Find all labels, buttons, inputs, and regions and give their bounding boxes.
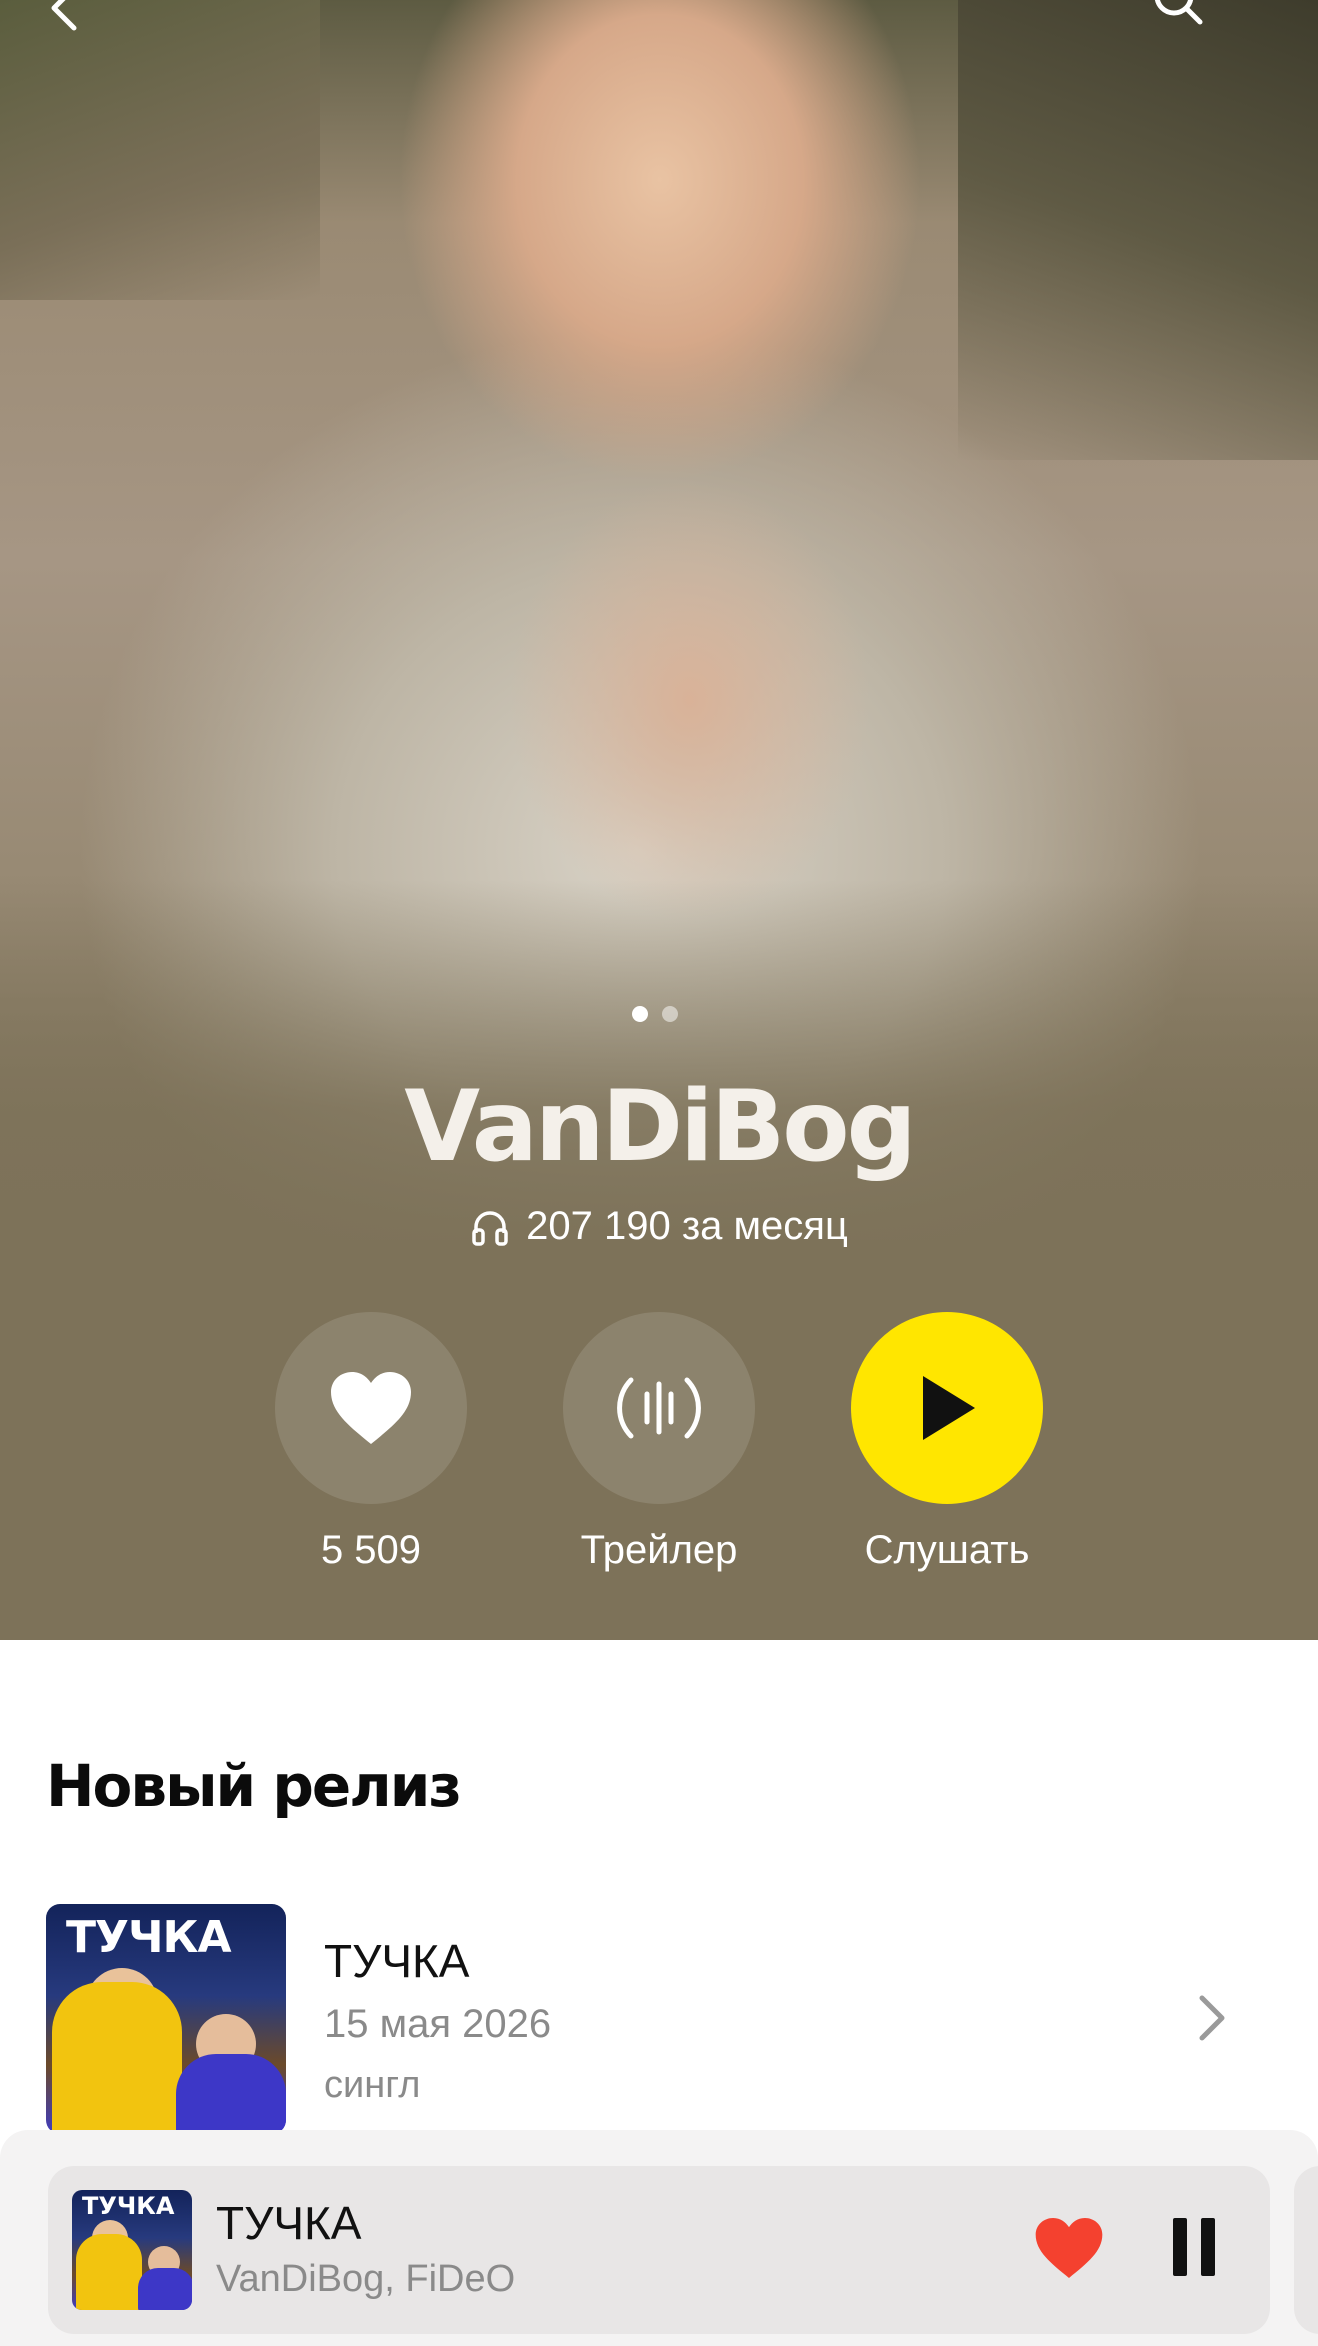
next-card-peek[interactable] xyxy=(1294,2166,1318,2334)
heart-icon xyxy=(1035,2218,1103,2278)
trailer-label: Трейлер xyxy=(580,1528,738,1572)
section-title-new-release: Новый релиз xyxy=(46,1752,462,1820)
trailer-action[interactable]: Трейлер xyxy=(534,1312,784,1573)
pagination-dot-active[interactable] xyxy=(632,1006,648,1022)
release-title: ТУЧКА xyxy=(324,1935,470,1987)
pause-icon xyxy=(1201,2218,1215,2276)
play-icon xyxy=(923,1376,975,1440)
pause-icon xyxy=(1173,2218,1187,2276)
trailer-button[interactable] xyxy=(563,1312,755,1504)
pause-button[interactable] xyxy=(1164,2218,1224,2280)
headphones-icon xyxy=(472,1210,508,1246)
cover-figure xyxy=(76,2234,142,2310)
gallery-pagination xyxy=(632,1006,678,1022)
pagination-dot[interactable] xyxy=(662,1006,678,1022)
like-button[interactable] xyxy=(275,1312,467,1504)
mini-player-cover[interactable]: ТУЧКА xyxy=(72,2190,192,2310)
play-button[interactable] xyxy=(851,1312,1043,1504)
monthly-listeners: 207 190 за месяц xyxy=(0,1204,1318,1249)
like-count: 5 509 xyxy=(320,1528,422,1572)
trailer-icon xyxy=(617,1377,701,1439)
artist-hero: VanDiBog 207 190 за месяц 5 509 Трейлер … xyxy=(0,0,1318,1640)
chevron-right-icon[interactable] xyxy=(1192,1990,1232,2046)
photo-background-left xyxy=(0,0,320,300)
release-cover[interactable]: ТУЧКА xyxy=(46,1904,286,2134)
back-icon[interactable] xyxy=(36,0,96,38)
monthly-listeners-text: 207 190 за месяц xyxy=(526,1204,848,1248)
listen-label: Слушать xyxy=(864,1528,1030,1572)
like-action[interactable]: 5 509 xyxy=(246,1312,496,1573)
cover-figure xyxy=(138,2268,192,2310)
cover-text: ТУЧКА xyxy=(66,1912,232,1963)
release-date: 15 мая 2026 xyxy=(324,2002,552,2046)
thumb-text: ТУЧКА xyxy=(82,2192,175,2220)
search-icon[interactable] xyxy=(1148,0,1208,30)
track-title: ТУЧКА xyxy=(216,2197,362,2249)
track-artists: VanDiBog, FiDeO xyxy=(216,2258,516,2300)
cover-figure xyxy=(52,1982,182,2134)
listen-action[interactable]: Слушать xyxy=(822,1312,1072,1573)
cover-figure xyxy=(176,2054,286,2134)
artist-name: VanDiBog xyxy=(404,1070,917,1184)
release-type: сингл xyxy=(324,2064,421,2106)
like-track-button[interactable] xyxy=(1034,2216,1104,2280)
photo-background-right xyxy=(958,0,1318,460)
new-release-item[interactable]: ТУЧКА ТУЧКА 15 мая 2026 сингл xyxy=(46,1904,1272,2134)
mini-player[interactable]: ТУЧКА ТУЧКА VanDiBog, FiDeO xyxy=(48,2166,1270,2334)
heart-icon xyxy=(331,1372,411,1444)
